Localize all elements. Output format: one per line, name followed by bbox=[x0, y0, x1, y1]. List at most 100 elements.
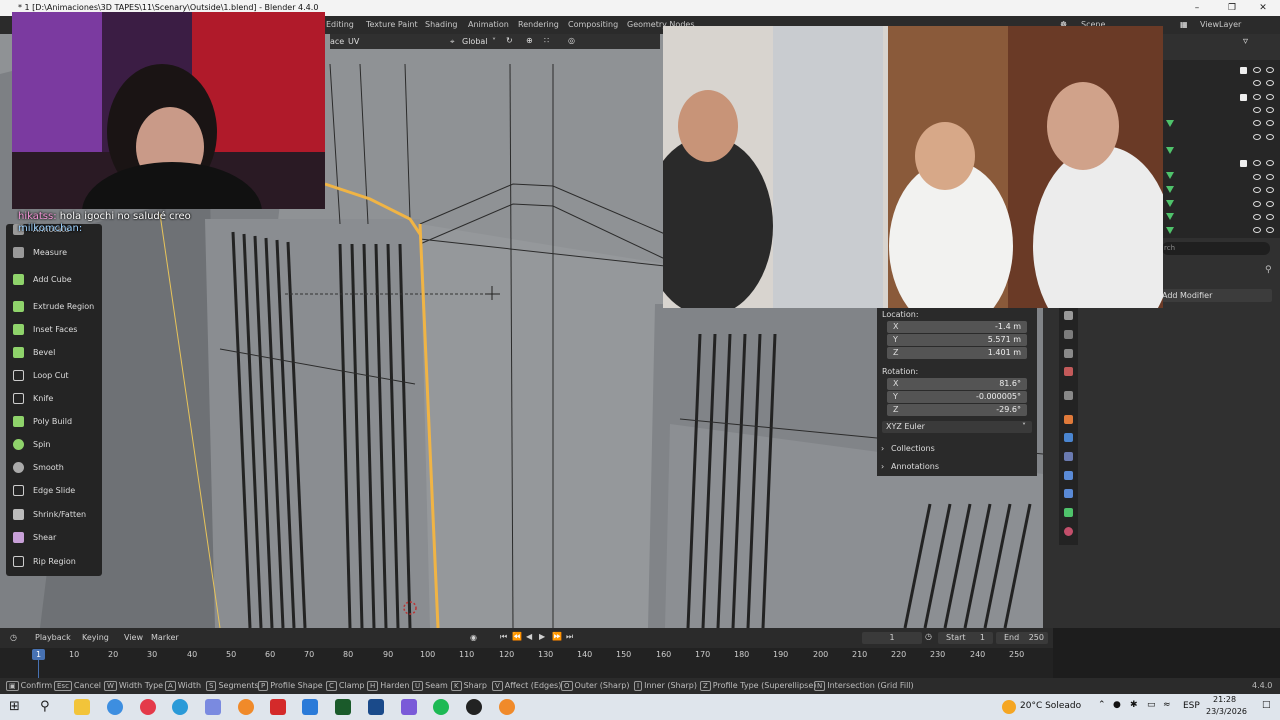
display-icon[interactable]: ▭ bbox=[1147, 700, 1156, 710]
tool-shear[interactable]: Shear bbox=[6, 527, 102, 549]
eye-icon[interactable] bbox=[1253, 174, 1261, 180]
eye-icon[interactable] bbox=[1253, 67, 1261, 73]
tab-shading[interactable]: Shading bbox=[425, 20, 458, 29]
spotify-icon[interactable] bbox=[433, 699, 449, 715]
rotation-x-field[interactable]: X 81.6° bbox=[887, 378, 1027, 390]
render-tab-icon[interactable] bbox=[1064, 330, 1073, 339]
record-icon[interactable]: ◉ bbox=[470, 633, 477, 642]
file-explorer-icon[interactable] bbox=[74, 699, 90, 715]
edge-icon[interactable] bbox=[172, 699, 188, 715]
eye-icon[interactable] bbox=[1253, 134, 1261, 140]
viewlayer-selector[interactable]: ViewLayer bbox=[1200, 20, 1241, 29]
add-modifier-dropdown[interactable]: Add Modifier bbox=[1162, 289, 1272, 302]
tool-loop-cut[interactable]: Loop Cut bbox=[6, 365, 102, 387]
tool-bevel[interactable]: Bevel bbox=[6, 342, 102, 364]
app-icon[interactable] bbox=[335, 699, 351, 715]
playhead[interactable]: 1 bbox=[32, 649, 45, 660]
eye-icon[interactable] bbox=[1253, 120, 1261, 126]
collections-subpanel[interactable]: Collections bbox=[891, 444, 935, 453]
tool-shrink-fatten[interactable]: Shrink/Fatten bbox=[6, 504, 102, 526]
annotations-subpanel[interactable]: Annotations bbox=[891, 462, 939, 471]
play-reverse-icon[interactable]: ◀ bbox=[526, 632, 532, 641]
tool-inset-faces[interactable]: Inset Faces bbox=[6, 319, 102, 341]
search-icon[interactable]: ⚲ bbox=[40, 699, 50, 714]
current-frame-field[interactable]: 1 bbox=[862, 632, 922, 644]
weather-label[interactable]: 20°C Soleado bbox=[1020, 701, 1081, 711]
tool-spin[interactable]: Spin bbox=[6, 434, 102, 456]
blender-icon[interactable] bbox=[499, 699, 515, 715]
app-icon[interactable] bbox=[401, 699, 417, 715]
proportional-edit-icon[interactable]: ◎ bbox=[568, 36, 575, 45]
scene-tab-icon[interactable] bbox=[1064, 367, 1073, 376]
location-y-field[interactable]: Y 5.571 m bbox=[887, 334, 1027, 346]
camera-icon[interactable] bbox=[1266, 201, 1274, 207]
minimize-icon[interactable]: – bbox=[1182, 0, 1212, 16]
camera-icon[interactable] bbox=[1266, 174, 1274, 180]
clock-date[interactable]: 23/3/2026 bbox=[1206, 707, 1247, 716]
camera-icon[interactable] bbox=[1266, 80, 1274, 86]
start-frame-field[interactable]: Start 1 bbox=[938, 632, 993, 644]
world-tab-icon[interactable] bbox=[1064, 391, 1073, 400]
next-keyframe-icon[interactable]: ⏩ bbox=[552, 632, 562, 641]
checkbox[interactable] bbox=[1240, 94, 1247, 101]
eye-icon[interactable] bbox=[1253, 201, 1261, 207]
eye-icon[interactable] bbox=[1253, 107, 1261, 113]
location-z-field[interactable]: Z 1.401 m bbox=[887, 347, 1027, 359]
properties-search[interactable]: rch bbox=[1162, 242, 1270, 255]
jump-start-icon[interactable]: ⏮ bbox=[500, 632, 507, 642]
opera-icon[interactable] bbox=[140, 699, 156, 715]
editor-type-icon[interactable]: ◷ bbox=[10, 633, 17, 642]
tab-compositing[interactable]: Compositing bbox=[568, 20, 618, 29]
marker-menu[interactable]: Marker bbox=[151, 633, 179, 642]
prev-keyframe-icon[interactable]: ⏪ bbox=[512, 632, 522, 641]
camera-icon[interactable] bbox=[1266, 227, 1274, 233]
material-tab-icon[interactable] bbox=[1064, 527, 1073, 536]
checkbox[interactable] bbox=[1240, 160, 1247, 167]
checkbox[interactable] bbox=[1240, 67, 1247, 74]
modifier-tab-icon[interactable] bbox=[1064, 433, 1073, 442]
camera-icon[interactable] bbox=[1266, 67, 1274, 73]
play-icon[interactable]: ▶ bbox=[539, 632, 545, 641]
uv-menu[interactable]: UV bbox=[348, 37, 359, 46]
tool-edge-slide[interactable]: Edge Slide bbox=[6, 480, 102, 502]
eye-icon[interactable] bbox=[1253, 160, 1261, 166]
camera-icon[interactable] bbox=[1266, 134, 1274, 140]
tab-editing[interactable]: Editing bbox=[326, 20, 354, 29]
notifications-icon[interactable]: □ bbox=[1262, 700, 1271, 710]
camera-icon[interactable] bbox=[1266, 107, 1274, 113]
chevron-up-icon[interactable]: ⌃ bbox=[1098, 700, 1106, 710]
camera-icon[interactable] bbox=[1266, 160, 1274, 166]
tab-texture-paint[interactable]: Texture Paint bbox=[366, 20, 418, 29]
jump-end-icon[interactable]: ⏭ bbox=[566, 632, 573, 642]
tool-tab-icon[interactable] bbox=[1064, 311, 1073, 320]
keying-menu[interactable]: Keying bbox=[82, 633, 109, 642]
mic-icon[interactable]: ● bbox=[1113, 700, 1121, 710]
object-tab-icon[interactable] bbox=[1064, 415, 1073, 424]
location-x-field[interactable]: X -1.4 m bbox=[887, 321, 1027, 333]
windows-start-icon[interactable]: ⊞ bbox=[9, 699, 20, 714]
tab-rendering[interactable]: Rendering bbox=[518, 20, 559, 29]
rotation-mode-dropdown[interactable]: XYZ Euler ˅ bbox=[882, 421, 1032, 433]
eye-icon[interactable] bbox=[1253, 80, 1261, 86]
tool-extrude-region[interactable]: Extrude Region bbox=[6, 296, 102, 318]
rotation-z-field[interactable]: Z -29.6° bbox=[887, 404, 1027, 416]
mode-menu[interactable]: ace bbox=[330, 37, 344, 46]
transform-orientation-dropdown[interactable]: Global bbox=[462, 37, 488, 46]
tool-smooth[interactable]: Smooth bbox=[6, 457, 102, 479]
snap-settings-icon[interactable]: ∷ bbox=[544, 36, 549, 45]
pin-icon[interactable]: ⚲ bbox=[1265, 265, 1272, 275]
obs-icon[interactable] bbox=[466, 699, 482, 715]
tool-rip-region[interactable]: Rip Region bbox=[6, 551, 102, 573]
filter-icon[interactable]: ▿ bbox=[1243, 36, 1248, 47]
tool-poly-build[interactable]: Poly Build bbox=[6, 411, 102, 433]
eye-icon[interactable] bbox=[1253, 94, 1261, 100]
snap-icon[interactable]: ⊕ bbox=[526, 36, 533, 45]
timeline-ruler[interactable]: 1 10 20 30 40 50 60 70 80 90 100 110 120… bbox=[0, 648, 1053, 678]
app-icon[interactable] bbox=[205, 699, 221, 715]
close-icon[interactable]: ✕ bbox=[1248, 0, 1278, 16]
camera-icon[interactable] bbox=[1266, 187, 1274, 193]
tool-add-cube[interactable]: Add Cube bbox=[6, 269, 102, 291]
bluetooth-icon[interactable]: ✱ bbox=[1130, 700, 1138, 710]
eye-icon[interactable] bbox=[1253, 187, 1261, 193]
language-label[interactable]: ESP bbox=[1183, 701, 1200, 711]
